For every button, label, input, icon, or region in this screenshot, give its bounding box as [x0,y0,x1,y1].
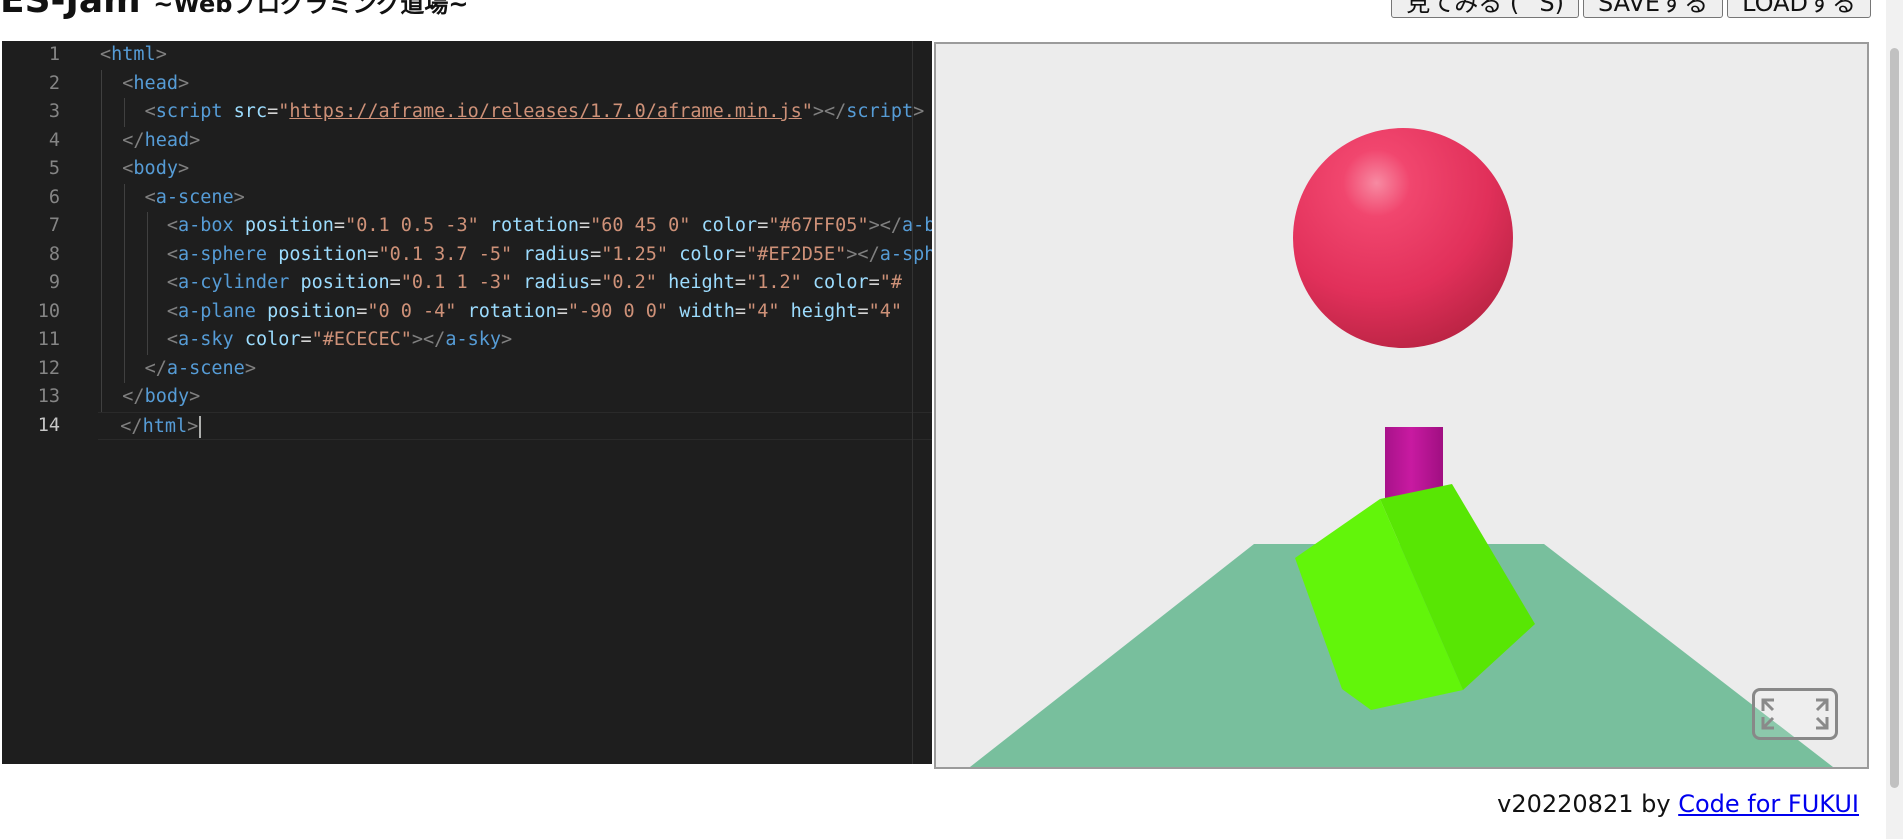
scrollbar-thumb[interactable] [1890,48,1899,788]
scene-canvas[interactable] [936,44,1867,767]
editor-ruler [912,41,913,764]
footer: v20220821 by Code for FUKUI [1497,790,1859,818]
app-subtitle: ~Webプログラミング道場~ [153,0,469,18]
line-number: 7 [48,215,60,236]
code-area[interactable]: <html> <head> <script src="https://afram… [98,41,932,764]
line-number: 10 [37,300,60,322]
line-number: 3 [48,101,60,122]
code-line[interactable]: <a-cylinder position="0.1 1 -3" radius="… [100,269,902,298]
sphere [1293,128,1513,348]
code-line[interactable]: <script src="https://aframe.io/releases/… [100,98,925,127]
code-line-current[interactable]: </html> [98,411,932,440]
code-line[interactable]: <html> [100,41,167,70]
save-button[interactable]: SAVEする [1582,0,1724,18]
line-number: 13 [37,386,60,407]
code-line[interactable]: </head> [100,127,200,156]
line-number: 11 [37,329,60,350]
line-number-active: 14 [37,414,60,436]
line-number: 12 [37,357,60,379]
code-editor[interactable]: 1 2 3 4 5 6 7 8 9 10 11 12 13 14 <html> … [2,41,932,764]
code-for-fukui-link[interactable]: Code for FUKUI [1678,790,1859,818]
version-text: v20220821 by [1497,790,1679,818]
code-line[interactable]: <a-plane position="0 0 -4" rotation="-90… [100,298,902,327]
page-scrollbar[interactable] [1886,0,1903,839]
code-line[interactable]: <a-sphere position="0.1 3.7 -5" radius="… [100,241,932,270]
code-line[interactable]: <a-scene> [100,184,245,213]
fullscreen-button[interactable] [1752,688,1838,740]
line-number-gutter: 1 2 3 4 5 6 7 8 9 10 11 12 13 14 [2,41,76,764]
app-title-text: ES-Jam [0,0,141,21]
line-number: 8 [48,243,60,265]
code-line[interactable]: <body> [100,155,189,184]
code-line[interactable]: </a-scene> [100,355,256,384]
line-number: 1 [48,44,60,65]
line-number: 5 [48,158,60,179]
code-line[interactable]: <a-sky color="#ECECEC"></a-sky> [100,326,512,355]
code-line[interactable]: </body> [100,383,200,412]
expand-icon [1761,698,1829,730]
toolbar: 見てみる (^S) SAVEする LOADする [1391,0,1871,18]
run-button[interactable]: 見てみる (^S) [1391,0,1579,18]
text-cursor [199,415,202,438]
preview-pane[interactable] [934,42,1869,769]
line-number: 9 [48,272,60,293]
app-title: ES-Jam ~Webプログラミング道場~ [0,0,469,21]
code-line[interactable]: <head> [100,70,189,99]
line-number: 2 [48,72,60,94]
code-line[interactable]: <a-box position="0.1 0.5 -3" rotation="6… [100,212,932,241]
line-number: 6 [48,186,60,208]
line-number: 4 [48,129,60,151]
load-button[interactable]: LOADする [1727,0,1871,18]
